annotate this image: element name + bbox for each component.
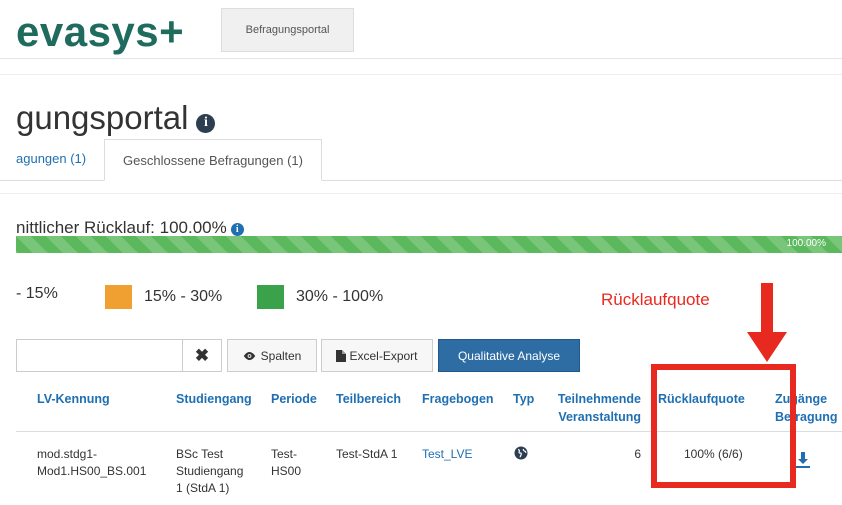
legend-swatch-high (257, 285, 284, 309)
legend-label-low: - 15% (16, 285, 58, 302)
cell-teilnehmende: 6 (634, 447, 641, 461)
cell-studiengang-line3: 1 (StdA 1) (176, 481, 230, 495)
header-divider-secondary (0, 74, 842, 75)
legend-label-high: 30% - 100% (296, 288, 384, 305)
cell-periode: Test- HS00 (271, 446, 301, 480)
download-icon[interactable] (796, 452, 810, 468)
average-response-text: nittlicher Rücklauf: 100.00% (16, 218, 227, 237)
cell-fragebogen-link[interactable]: Test_LVE (422, 446, 472, 463)
cell-periode-line1: Test- (271, 447, 298, 461)
cell-studiengang-line2: Studiengang (176, 464, 244, 478)
header-divider (0, 58, 842, 59)
column-header-lv-kennung[interactable]: LV-Kennung (37, 390, 110, 408)
response-progress-text: 100.00% (786, 238, 826, 249)
info-icon[interactable]: i (230, 223, 244, 236)
evasys-logo[interactable]: evasys+ (16, 8, 184, 56)
header-tab-befragungsportal[interactable]: Befragungsportal (221, 8, 354, 52)
column-header-studiengang[interactable]: Studiengang (176, 390, 252, 408)
column-header-teilnehmende-line1: Teilnehmende (557, 392, 641, 406)
cell-teilbereich: Test-StdA 1 (336, 447, 398, 461)
annotation-arrow-shaft (761, 283, 773, 335)
qualitative-analysis-button[interactable]: Qualitative Analyse (438, 339, 580, 372)
highlight-box (651, 364, 796, 488)
column-header-teilnehmende[interactable]: Teilnehmende Veranstaltung (551, 390, 641, 426)
clear-search-button[interactable]: ✖ (182, 339, 222, 372)
column-header-teilbereich[interactable]: Teilbereich (336, 390, 401, 408)
column-header-fragebogen[interactable]: Fragebogen (422, 390, 494, 408)
column-header-typ[interactable]: Typ (513, 390, 534, 408)
cell-lv-kennung: mod.stdg1- Mod1.HS00_BS.001 (37, 446, 146, 480)
globe-icon (514, 446, 528, 460)
response-progress-bar: 100.00% (16, 236, 842, 253)
legend-label-mid: 15% - 30% (144, 288, 223, 305)
cell-studiengang-line1: BSc Test (176, 447, 224, 461)
eye-icon (243, 351, 255, 360)
search-input[interactable] (16, 339, 182, 372)
tab-open-surveys[interactable]: agungen (1) (16, 151, 86, 166)
tab-closed-surveys[interactable]: Geschlossene Befragungen (1) (104, 139, 322, 181)
column-header-teilnehmende-line2: Veranstaltung (558, 410, 641, 424)
cell-studiengang: BSc Test Studiengang 1 (StdA 1) (176, 446, 243, 497)
columns-button[interactable]: Spalten (227, 339, 317, 372)
page-title: gungsportal i (16, 98, 216, 138)
cell-lv-kennung-line1: mod.stdg1- (37, 447, 98, 461)
columns-button-label: Spalten (260, 348, 302, 363)
average-response-label: nittlicher Rücklauf: 100.00% i (16, 218, 244, 238)
page-title-text: gungsportal (16, 99, 189, 136)
legend-item-high: 30% - 100% (257, 285, 383, 309)
annotation-label: Rücklaufquote (601, 290, 710, 309)
response-progress-fill: 100.00% (16, 236, 842, 253)
excel-export-button-label: Excel-Export (349, 348, 418, 363)
file-icon (336, 349, 347, 362)
legend-item-low: - 15% (16, 285, 58, 303)
legend-item-mid: 15% - 30% (105, 285, 222, 309)
cell-periode-line2: HS00 (271, 464, 302, 478)
annotation-arrow-head (747, 332, 787, 362)
info-icon[interactable]: i (196, 113, 216, 133)
cell-lv-kennung-line2: Mod1.HS00_BS.001 (37, 464, 147, 478)
column-header-periode[interactable]: Periode (271, 390, 317, 408)
section-divider (0, 193, 842, 194)
legend-swatch-mid (105, 285, 132, 309)
excel-export-button[interactable]: Excel-Export (321, 339, 433, 372)
